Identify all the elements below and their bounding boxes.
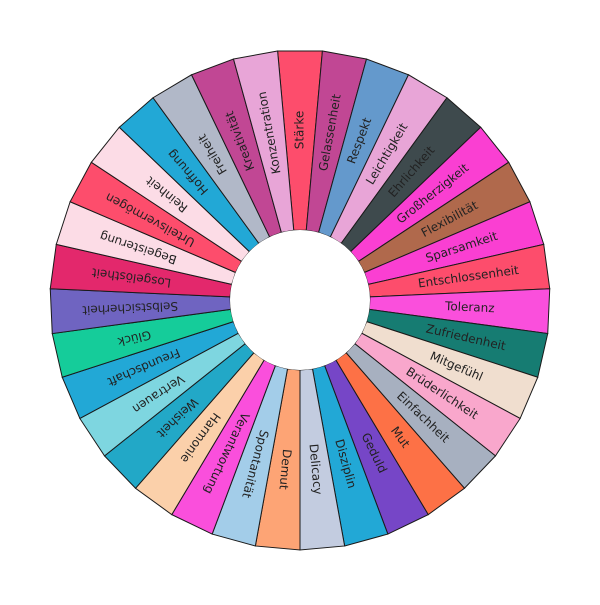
wheel-segment-label: Stärke <box>293 111 307 150</box>
wheel-graphic[interactable]: Stärke Gelassenheit RespektLeichtigkeitEhr… <box>0 0 600 600</box>
wheel-hub[interactable] <box>230 230 370 370</box>
wheel-of-virtues[interactable]: Stärke Gelassenheit Respekt Leichtigkeit Ehr… <box>0 0 600 600</box>
wheel-segment-label: Toleranz <box>444 299 495 315</box>
